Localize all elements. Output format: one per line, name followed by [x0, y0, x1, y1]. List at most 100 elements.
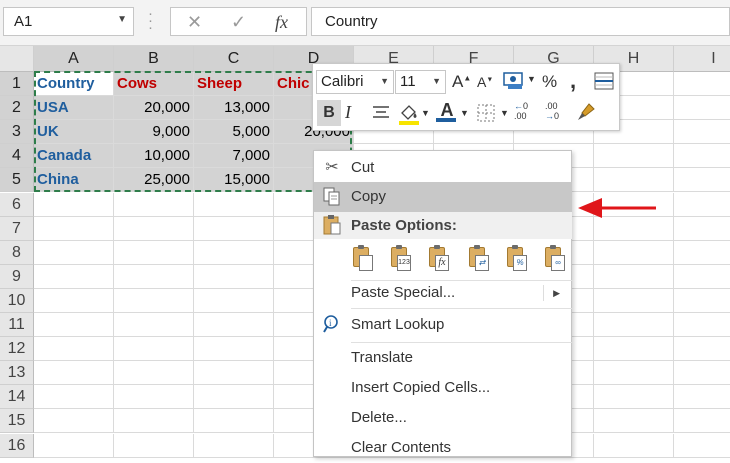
row-header-13[interactable]: 13 [0, 361, 34, 386]
cell-c12[interactable] [194, 337, 274, 362]
grow-font-button[interactable]: A▲ [452, 72, 471, 92]
cell-c15[interactable] [194, 409, 274, 434]
paste-values-icon[interactable]: 123 [389, 245, 413, 275]
row-header-1[interactable]: 1 [0, 72, 34, 97]
cell-a15[interactable] [34, 409, 114, 434]
row-header-2[interactable]: 2 [0, 96, 34, 121]
cell-i13[interactable] [674, 361, 730, 386]
cell-c2[interactable]: 13,000 [194, 96, 274, 121]
chevron-down-icon[interactable]: ▼ [460, 108, 469, 118]
cell-i4[interactable] [674, 144, 730, 169]
row-header-16[interactable]: 16 [0, 433, 34, 458]
column-header-i[interactable]: I [674, 46, 730, 72]
menu-item-translate[interactable]: Translate [314, 343, 572, 373]
italic-button[interactable]: I [345, 102, 351, 123]
cell-h14[interactable] [594, 385, 674, 410]
cell-b11[interactable] [114, 313, 194, 338]
cell-b6[interactable] [114, 192, 194, 217]
paste-formulas-icon[interactable]: fx [427, 245, 451, 275]
row-header-15[interactable]: 15 [0, 409, 34, 434]
cell-i6[interactable] [674, 193, 730, 217]
format-painter-button[interactable] [575, 101, 597, 128]
cell-a10[interactable] [34, 288, 114, 313]
cell-i9[interactable] [674, 265, 730, 289]
merge-center-button[interactable] [593, 70, 615, 92]
cell-b10[interactable] [114, 288, 194, 313]
cell-b13[interactable] [114, 361, 194, 386]
row-header-4[interactable]: 4 [0, 144, 34, 169]
paste-formatting-icon[interactable]: % [505, 245, 529, 275]
menu-item-cut[interactable]: ✂ Cut [314, 153, 572, 183]
cell-i12[interactable] [674, 337, 730, 362]
cancel-icon[interactable]: ✕ [187, 12, 202, 33]
cell-b3[interactable]: 9,000 [114, 120, 194, 145]
chevron-down-icon[interactable]: ▼ [500, 108, 509, 118]
percent-style-button[interactable]: % [542, 72, 557, 92]
cell-c10[interactable] [194, 288, 274, 313]
menu-item-delete[interactable]: Delete... [314, 403, 572, 433]
cell-h12[interactable] [594, 337, 674, 362]
insert-function-button[interactable]: fx [275, 12, 288, 33]
cell-a4[interactable]: Canada [34, 144, 114, 169]
cell-b8[interactable] [114, 240, 194, 265]
cell-c5[interactable]: 15,000 [194, 168, 274, 193]
fill-color-button[interactable] [397, 101, 421, 132]
cell-i7[interactable] [674, 217, 730, 241]
cell-h10[interactable] [594, 288, 674, 313]
cell-i10[interactable] [674, 289, 730, 313]
cell-i14[interactable] [674, 385, 730, 410]
cell-b7[interactable] [114, 216, 194, 241]
row-header-11[interactable]: 11 [0, 313, 34, 338]
cell-a3[interactable]: UK [34, 120, 114, 145]
cell-c11[interactable] [194, 313, 274, 338]
chevron-down-icon[interactable]: ▼ [421, 108, 430, 118]
cell-c8[interactable] [194, 240, 274, 265]
name-box[interactable]: A1 ▼ [3, 7, 134, 36]
cell-i15[interactable] [674, 409, 730, 434]
chevron-down-icon[interactable]: ▼ [117, 14, 127, 25]
bold-button[interactable]: B [317, 100, 341, 126]
cell-a12[interactable] [34, 337, 114, 362]
cell-a9[interactable] [34, 264, 114, 289]
font-color-button[interactable]: A [436, 100, 458, 122]
cell-h13[interactable] [594, 361, 674, 386]
cell-c13[interactable] [194, 361, 274, 386]
cell-a16[interactable] [34, 433, 114, 458]
cell-b4[interactable]: 10,000 [114, 144, 194, 169]
row-header-3[interactable]: 3 [0, 120, 34, 145]
cell-b14[interactable] [114, 385, 194, 410]
cell-b1[interactable]: Cows [114, 72, 194, 97]
column-header-a[interactable]: A [34, 46, 114, 72]
cell-i2[interactable] [674, 96, 730, 121]
decrease-decimal-button[interactable]: .00 →0 [545, 101, 573, 121]
cell-i3[interactable] [674, 120, 730, 145]
cell-c1[interactable]: Sheep [194, 72, 274, 97]
cell-a6[interactable] [34, 192, 114, 217]
row-header-7[interactable]: 7 [0, 216, 34, 241]
paste-transpose-icon[interactable]: ⇄ [467, 245, 491, 275]
cell-i11[interactable] [674, 313, 730, 338]
cell-b2[interactable]: 20,000 [114, 96, 194, 121]
cell-a14[interactable] [34, 385, 114, 410]
cell-h5[interactable] [594, 168, 674, 193]
center-align-button[interactable] [370, 102, 392, 127]
cell-a2[interactable]: USA [34, 96, 114, 121]
increase-decimal-button[interactable]: ←0 .00 [514, 101, 542, 121]
cell-c9[interactable] [194, 264, 274, 289]
row-header-5[interactable]: 5 [0, 168, 34, 193]
menu-item-smart-lookup[interactable]: i Smart Lookup [314, 310, 572, 340]
cell-c4[interactable]: 7,000 [194, 144, 274, 169]
cell-i5[interactable] [674, 168, 730, 193]
cell-a11[interactable] [34, 313, 114, 338]
enter-icon[interactable]: ✓ [231, 12, 246, 33]
cell-h9[interactable] [594, 264, 674, 289]
row-header-6[interactable]: 6 [0, 192, 34, 217]
cell-h15[interactable] [594, 409, 674, 434]
column-header-c[interactable]: C [194, 46, 274, 72]
drag-handle-icon[interactable]: · · · [148, 6, 153, 35]
cell-h16[interactable] [594, 433, 674, 458]
cell-c14[interactable] [194, 385, 274, 410]
row-header-10[interactable]: 10 [0, 288, 34, 313]
paste-link-icon[interactable]: ∞ [543, 245, 567, 275]
cell-c16[interactable] [194, 433, 274, 458]
